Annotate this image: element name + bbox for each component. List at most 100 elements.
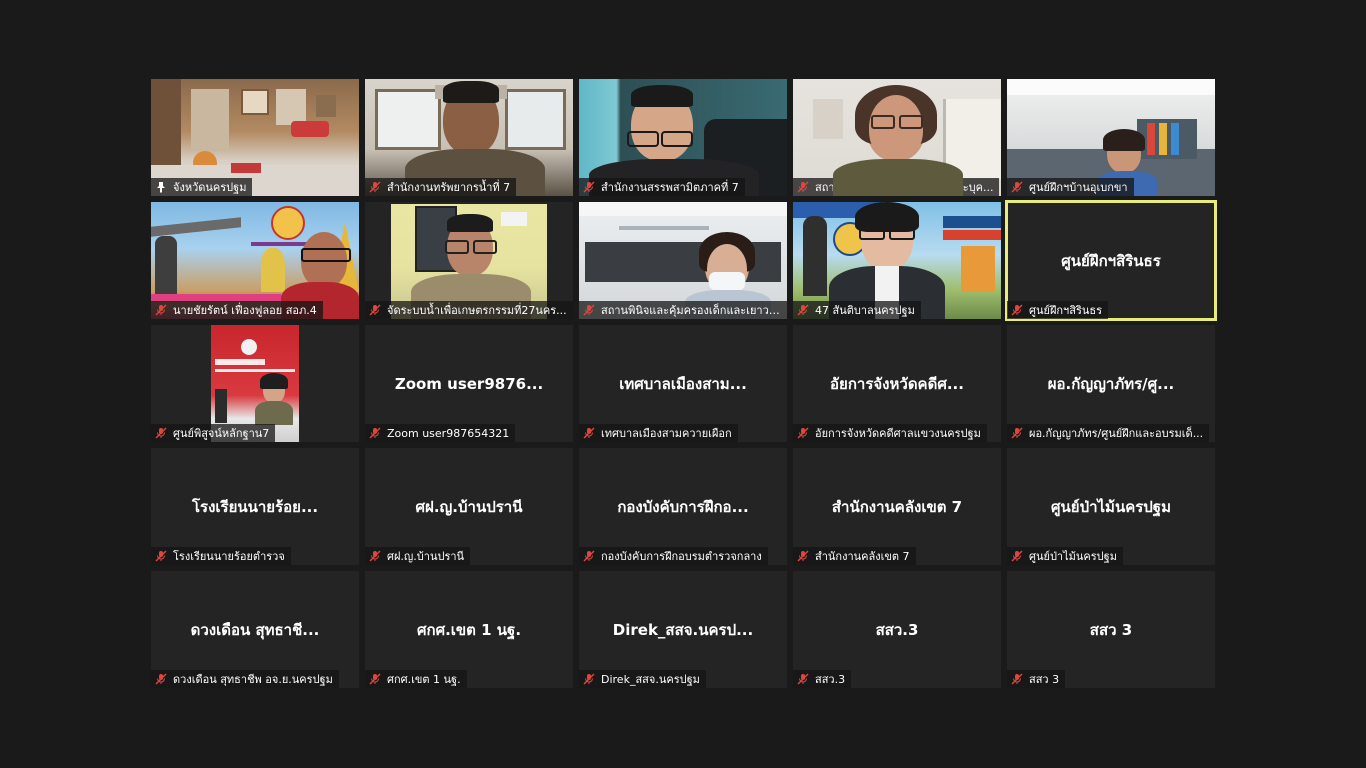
participant-tile[interactable]: Zoom user9876... Zoom user987654321 (365, 325, 573, 442)
mic-off-icon (797, 550, 809, 562)
participant-tile[interactable]: สสว 3 สสว 3 (1007, 571, 1215, 688)
participant-tile[interactable]: สถาบันพัฒนาครู คณาจารย์ และบุค... (793, 79, 1001, 196)
mic-off-icon (155, 673, 167, 685)
participant-name: จังหวัดนครปฐม (173, 181, 247, 194)
participant-name: 47 สันติบาลนครปฐม (815, 304, 915, 317)
participant-name-label: สสว.3 (793, 670, 852, 688)
participant-tile[interactable]: ผอ.กัญญาภัทร/ศู... ผอ.กัญญาภัทร/ศูนย์ฝึก… (1007, 325, 1215, 442)
participant-name-label: สำนักงานคลังเขต 7 (793, 547, 916, 565)
mic-off-icon (583, 304, 595, 316)
mic-off-icon (155, 304, 167, 316)
participant-name: ศูนย์ป่าไม้นครปฐม (1029, 550, 1117, 563)
participant-name: ศูนย์ฝึกฯสิรินธร (1029, 304, 1102, 317)
participant-tile[interactable]: จังหวัดนครปฐม (151, 79, 359, 196)
participant-name-label: สถานพินิจและคุ้มครองเด็กและเยาวช... (579, 301, 787, 319)
participant-name-label: สสว 3 (1007, 670, 1066, 688)
mic-off-icon (583, 673, 595, 685)
participant-tile[interactable]: โรงเรียนนายร้อย... โรงเรียนนายร้อยตำรวจ (151, 448, 359, 565)
participant-display-name: ศฝ.ญ.บ้านปรานี (415, 497, 523, 516)
mic-off-icon (369, 550, 381, 562)
participant-name: สสว 3 (1029, 673, 1060, 686)
participant-name-label: ผอ.กัญญาภัทร/ศูนย์ฝึกและอบรมเด็... (1007, 424, 1210, 442)
mic-off-icon (583, 550, 595, 562)
participant-name: ศูนย์พิสูจน์หลักฐาน7 (173, 427, 270, 440)
participant-display-name: สสว.3 (875, 620, 919, 639)
participant-tile-active-speaker[interactable]: ศูนย์ฝึกฯสิรินธร ศูนย์ฝึกฯสิรินธร (1005, 200, 1217, 321)
participant-name-label: ดวงเดือน สุทธาชีพ อจ.ย.นครปฐม (151, 670, 339, 688)
mic-off-icon (1011, 550, 1023, 562)
zoom-gallery-view: จังหวัดนครปฐม สำนักงานทรัพยากรน้ำที่ 7 ส… (0, 0, 1366, 768)
participant-name-label: โรงเรียนนายร้อยตำรวจ (151, 547, 291, 565)
participant-name: สำนักงานสรรพสามิตภาคที่ 7 (601, 181, 739, 194)
participant-tile[interactable]: สถานพินิจและคุ้มครองเด็กและเยาวช... (579, 202, 787, 319)
mic-off-icon (1011, 427, 1023, 439)
mic-off-icon (155, 550, 167, 562)
participant-name-label: ศกศ.เขต 1 นฐ. (365, 670, 467, 688)
participant-display-name: ศกศ.เขต 1 นฐ. (416, 620, 522, 639)
mic-off-icon (1011, 181, 1023, 193)
participant-name-label: ศูนย์ฝึกฯสิรินธร (1007, 301, 1108, 319)
mic-off-icon (369, 673, 381, 685)
participant-name-label: ศูนย์ฝึกฯบ้านอุเบกขา (1007, 178, 1134, 196)
mic-off-icon (583, 427, 595, 439)
participant-name-label: อัยการจังหวัดคดีศาลแขวงนครปฐม (793, 424, 987, 442)
participant-tile[interactable]: เทศบาลเมืองสาม... เทศบาลเมืองสามควายเผือ… (579, 325, 787, 442)
pin-icon (157, 182, 165, 193)
mic-off-icon (797, 427, 809, 439)
participant-name-label: Zoom user987654321 (365, 424, 516, 442)
participant-name-label: ศฝ.ญ.บ้านปรานี (365, 547, 471, 565)
mic-off-icon (797, 181, 809, 193)
participant-name: เทศบาลเมืองสามควายเผือก (601, 427, 732, 440)
participant-name: สถานพินิจและคุ้มครองเด็กและเยาวช... (601, 304, 781, 317)
participant-grid: จังหวัดนครปฐม สำนักงานทรัพยากรน้ำที่ 7 ส… (151, 79, 1217, 688)
participant-name: ศฝ.ญ.บ้านปรานี (387, 550, 465, 563)
mic-off-icon (369, 304, 381, 316)
participant-name: ผอ.กัญญาภัทร/ศูนย์ฝึกและอบรมเด็... (1029, 427, 1204, 440)
participant-name: ศูนย์ฝึกฯบ้านอุเบกขา (1029, 181, 1128, 194)
participant-display-name: ศูนย์ป่าไม้นครปฐม (1051, 497, 1171, 516)
mic-off-icon (369, 427, 381, 439)
participant-name: สำนักงานทรัพยากรน้ำที่ 7 (387, 181, 511, 194)
mic-off-icon (1011, 673, 1023, 685)
participant-tile[interactable]: จัดระบบน้ำเพื่อเกษตรกรรมที่27นคร... (365, 202, 573, 319)
participant-tile[interactable]: ศูนย์ป่าไม้นครปฐม ศูนย์ป่าไม้นครปฐม (1007, 448, 1215, 565)
participant-name-label: กองบังคับการฝึกอบรมตำรวจกลาง (579, 547, 768, 565)
participant-display-name: กองบังคับการฝึกอ... (617, 497, 749, 516)
participant-display-name: ผอ.กัญญาภัทร/ศู... (1047, 374, 1175, 393)
participant-tile[interactable]: ศูนย์ฝึกฯบ้านอุเบกขา (1007, 79, 1215, 196)
participant-name-label: สำนักงานทรัพยากรน้ำที่ 7 (365, 178, 517, 196)
mic-off-icon (1011, 304, 1023, 316)
participant-name-label: จัดระบบน้ำเพื่อเกษตรกรรมที่27นคร... (365, 301, 573, 319)
participant-tile[interactable]: อัยการจังหวัดคดีศ... อัยการจังหวัดคดีศาล… (793, 325, 1001, 442)
participant-tile[interactable]: 47 สันติบาลนครปฐม (793, 202, 1001, 319)
participant-name: ดวงเดือน สุทธาชีพ อจ.ย.นครปฐม (173, 673, 333, 686)
participant-display-name: อัยการจังหวัดคดีศ... (830, 374, 964, 393)
participant-tile[interactable]: นายชัยรัตน์ เฟื่องฟูลอย สอภ.4 (151, 202, 359, 319)
participant-tile[interactable]: กองบังคับการฝึกอ... กองบังคับการฝึกอบรมต… (579, 448, 787, 565)
participant-name: Direk_สสจ.นครปฐม (601, 673, 700, 686)
participant-name-label: สำนักงานสรรพสามิตภาคที่ 7 (579, 178, 745, 196)
participant-name: ศกศ.เขต 1 นฐ. (387, 673, 461, 686)
participant-name-label: 47 สันติบาลนครปฐม (793, 301, 921, 319)
participant-display-name: เทศบาลเมืองสาม... (619, 374, 747, 393)
mic-off-icon (155, 427, 167, 439)
participant-display-name: โรงเรียนนายร้อย... (191, 497, 319, 516)
participant-tile[interactable]: ศูนย์พิสูจน์หลักฐาน7 (151, 325, 359, 442)
participant-tile[interactable]: สำนักงานคลังเขต 7 สำนักงานคลังเขต 7 (793, 448, 1001, 565)
participant-tile[interactable]: Direk_สสจ.นครป... Direk_สสจ.นครปฐม (579, 571, 787, 688)
participant-tile[interactable]: ศฝ.ญ.บ้านปรานี ศฝ.ญ.บ้านปรานี (365, 448, 573, 565)
participant-tile[interactable]: ดวงเดือน สุทธาชี... ดวงเดือน สุทธาชีพ อจ… (151, 571, 359, 688)
participant-name-label: Direk_สสจ.นครปฐม (579, 670, 706, 688)
participant-tile[interactable]: สสว.3 สสว.3 (793, 571, 1001, 688)
participant-display-name: ดวงเดือน สุทธาชี... (190, 620, 320, 639)
participant-display-name: Zoom user9876... (394, 374, 544, 393)
participant-tile[interactable]: สำนักงานสรรพสามิตภาคที่ 7 (579, 79, 787, 196)
participant-name-label: ศูนย์พิสูจน์หลักฐาน7 (151, 424, 276, 442)
participant-tile[interactable]: สำนักงานทรัพยากรน้ำที่ 7 (365, 79, 573, 196)
participant-display-name: สสว 3 (1089, 620, 1133, 639)
participant-tile[interactable]: ศกศ.เขต 1 นฐ. ศกศ.เขต 1 นฐ. (365, 571, 573, 688)
participant-display-name: ศูนย์ฝึกฯสิรินธร (1061, 251, 1161, 270)
participant-name: นายชัยรัตน์ เฟื่องฟูลอย สอภ.4 (173, 304, 317, 317)
participant-name: กองบังคับการฝึกอบรมตำรวจกลาง (601, 550, 762, 563)
mic-off-icon (583, 181, 595, 193)
